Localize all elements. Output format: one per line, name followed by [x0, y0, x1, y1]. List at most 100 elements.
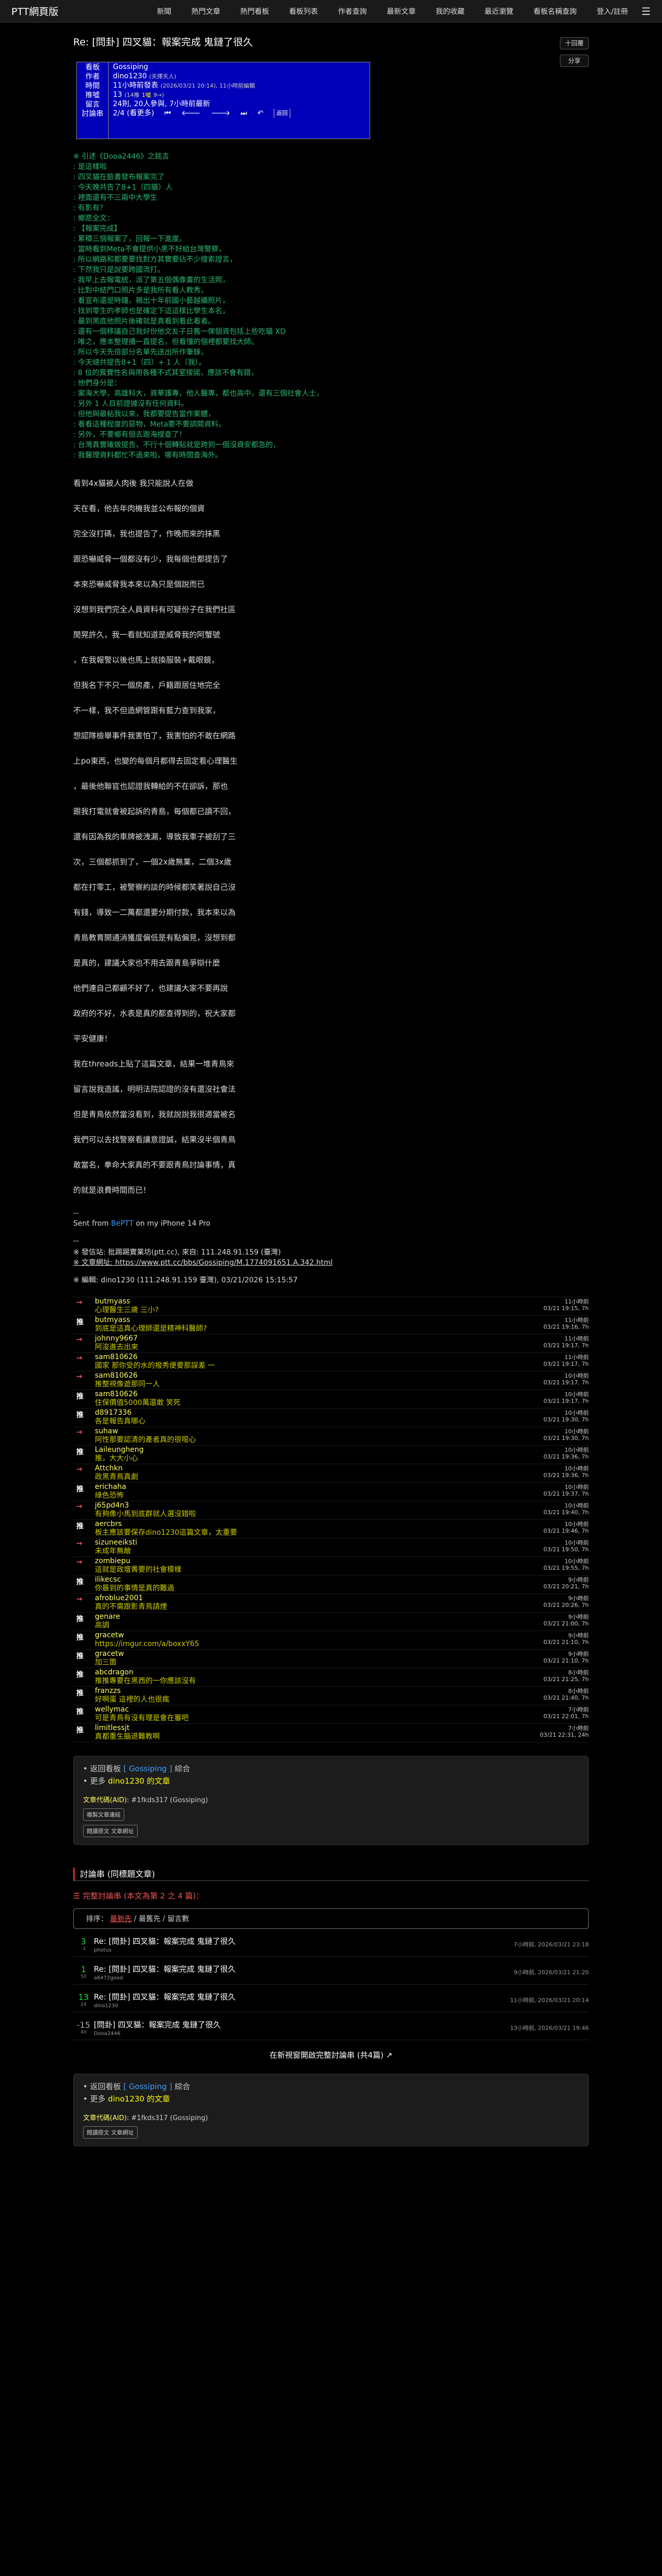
nav-board-list[interactable]: 看板列表	[289, 8, 318, 16]
comment-user[interactable]: d8917336	[95, 1409, 517, 1417]
comment-user[interactable]: sam810626	[95, 1390, 517, 1399]
related-title[interactable]: Re: [問卦] 四叉貓：報案完成 鬼鏈了很久	[94, 1963, 475, 1974]
hamburger-menu-icon[interactable]: ☰	[641, 5, 651, 18]
related-author[interactable]: dino1230	[94, 2003, 475, 2009]
author-link[interactable]: dino1230	[108, 1776, 144, 1786]
back-to-board-link[interactable]: 返回看板 [ Gossiping ] 綜合	[83, 1762, 579, 1775]
meta-values: Gossiping dino1230 (天擇天人) 11小時前發表 (2026/…	[109, 62, 370, 139]
comment-user[interactable]: aercbrs	[95, 1520, 517, 1529]
related-author[interactable]: photus	[94, 1947, 475, 1953]
thread-first-icon[interactable]: ⏮	[164, 109, 171, 118]
comment-row: → sam810626 國家 那你受的水的撥秀便要那誤差 一 11小時前 03/21 1…	[73, 1353, 589, 1371]
article-paragraph: 不一樣，我不但造網管跟有藍力查到我家，	[73, 706, 221, 715]
comment-time-relative: 11小時前	[565, 1335, 589, 1342]
comment-user[interactable]: erichaha	[95, 1483, 517, 1492]
site-logo[interactable]: PTT網頁版	[11, 4, 139, 18]
meta-push-detail: (14推	[124, 92, 140, 98]
related-comment-count: 40	[80, 2030, 87, 2035]
related-author[interactable]: Dooa2446	[94, 2031, 475, 2037]
meta-author-link[interactable]: dino1230	[113, 72, 147, 80]
comment-user[interactable]: zombiepu	[95, 1557, 517, 1566]
original-article-button[interactable]: 閱讀原文 文章網址	[83, 2126, 138, 2139]
comment-time-absolute: 03/21 19:30, 7h	[543, 1435, 589, 1442]
nav-news[interactable]: 新聞	[157, 8, 171, 16]
nav-board-search[interactable]: 看板名稱查詢	[534, 8, 577, 16]
related-item[interactable]: 1 50 Re: [問卦] 四叉貓：報案完成 鬼鏈了很久 a6472good 9小時前,…	[73, 1960, 589, 1985]
comment-user[interactable]: gracetw	[95, 1650, 517, 1658]
comment-body: suhaw 阿性那要認清的產者真的很噁心	[95, 1427, 517, 1445]
comment-user[interactable]: butmyass	[95, 1316, 517, 1325]
nav-hot-boards[interactable]: 熱門看板	[240, 8, 269, 16]
related-item[interactable]: -15 40 [問卦] 四叉貓：報案完成 鬼鏈了很久 Dooa2446 13小時前, 2…	[73, 2015, 589, 2040]
comment-user[interactable]: sizuneeiksti	[95, 1538, 517, 1547]
related-title[interactable]: [問卦] 四叉貓：報案完成 鬼鏈了很久	[94, 2019, 475, 2030]
related-author[interactable]: a6472good	[94, 1975, 475, 1981]
comment-time-absolute: 03/21 21:40, 7h	[543, 1694, 589, 1701]
related-title[interactable]: Re: [問卦] 四叉貓：報案完成 鬼鏈了很久	[94, 1991, 475, 2002]
board-name-link[interactable]: [ Gossiping ]	[123, 1764, 172, 1773]
open-full-thread-link[interactable]: 在新視窗開啟完整討論串 (共4篇) ↗	[73, 2049, 589, 2060]
back-to-board-link[interactable]: 返回看板 [ Gossiping ] 綜合	[83, 2080, 579, 2093]
comment-user[interactable]: Laileungheng	[95, 1446, 517, 1454]
comment-user[interactable]: wellymac	[95, 1705, 517, 1714]
related-num: 13	[78, 1992, 89, 2002]
signature-app-link[interactable]: BePTT	[111, 1219, 134, 1228]
related-title[interactable]: Re: [問卦] 四叉貓：報案完成 鬼鏈了很久	[94, 1936, 475, 1946]
comment-list: → butmyass 心理醫生三歲 三小? 11小時前 03/21 19:15, 7h 推…	[73, 1297, 589, 1742]
comment-time-absolute: 03/21 19:55, 7h	[543, 1565, 589, 1571]
meta-board-link[interactable]: Gossiping	[113, 63, 148, 71]
nav-author-search[interactable]: 作者查詢	[338, 8, 367, 16]
comment-user[interactable]: Attchkn	[95, 1464, 517, 1473]
comment-tag: 推	[76, 1393, 84, 1401]
comment-user[interactable]: johnny9667	[95, 1334, 517, 1343]
thread-last-icon[interactable]: ⏭	[241, 109, 247, 118]
comment-user[interactable]: sam810626	[95, 1371, 517, 1380]
related-item[interactable]: 13 24 Re: [問卦] 四叉貓：報案完成 鬼鏈了很久 dino1230 11小時前…	[73, 1988, 589, 2012]
comment-user[interactable]: butmyass	[95, 1297, 517, 1306]
article-paragraph: 都在打零工，被警察約談的時候都笑著說自己沒	[73, 883, 236, 892]
related-item[interactable]: 3 -1 Re: [問卦] 四叉貓：報案完成 鬼鏈了很久 photus 7小時前, 20…	[73, 1932, 589, 1957]
nav-recent[interactable]: 最近瀏覽	[485, 8, 514, 16]
article-url[interactable]: ※ 文章網址: https://www.ptt.cc/bbs/Gossiping…	[73, 1258, 589, 1268]
comment-user[interactable]: suhaw	[95, 1427, 517, 1436]
comment-row: 推 gracetw https://imgur.com/a/boxxY65 9小時前 0…	[73, 1631, 589, 1650]
comment-message: 推，大大小心	[95, 1454, 138, 1463]
comment-user[interactable]: gracetw	[95, 1631, 517, 1640]
comment-time: 10小時前 03/21 19:46, 7h	[517, 1520, 589, 1534]
comment-row: 推 franzzs 好啊蛋 這裡的人也很瘋 8小時前 03/21 21:40, 7h	[73, 1687, 589, 1705]
nav-login[interactable]: 登入/註冊	[597, 8, 628, 16]
thread-prev-icon[interactable]: 🡐	[181, 109, 201, 118]
quote-line: : 台灣真實確做提告，不行十個轉貼就是跨到一個沒資安都急的，	[73, 441, 280, 449]
nav-latest-articles[interactable]: 最新文章	[387, 8, 416, 16]
comment-user[interactable]: sam810626	[95, 1353, 517, 1362]
reply-button[interactable]: 十回覆	[560, 37, 589, 49]
comment-time-absolute: 03/21 22:01, 7h	[543, 1713, 589, 1720]
meta-thread[interactable]: 2/4 (看更多)	[113, 109, 154, 118]
original-article-button[interactable]: 閱讀原文 文章網址	[83, 1825, 138, 1837]
back-icon[interactable]: ↶	[257, 109, 263, 118]
comment-user[interactable]: ilikecsc	[95, 1575, 517, 1584]
article-paragraph: 我在threads上貼了這篇文章，結果一堆青鳥來	[73, 1059, 234, 1069]
back-button[interactable]: 返回	[273, 109, 290, 118]
sort-oldest[interactable]: 最舊先	[139, 1913, 160, 1924]
quote-line: : 另外，不要鄉有個去跟海搜查了！	[73, 431, 187, 439]
share-button[interactable]: 分享	[560, 55, 589, 67]
sort-newest[interactable]: 最新先	[110, 1913, 131, 1924]
author-link[interactable]: dino1230	[108, 2094, 144, 2104]
sort-comments[interactable]: 留言數	[168, 1913, 189, 1924]
comment-body: d8917336 各是報告真哪心	[95, 1409, 517, 1426]
comment-user[interactable]: genare	[95, 1613, 517, 1621]
comment-user[interactable]: franzzs	[95, 1687, 517, 1696]
comment-user[interactable]: j65pd4n3	[95, 1501, 517, 1510]
thread-next-icon[interactable]: 🡒	[211, 109, 230, 118]
comment-body: wellymac 可是青鳥有沒有理是會在審吧	[95, 1705, 517, 1723]
board-name-link[interactable]: [ Gossiping ]	[123, 2082, 172, 2091]
copy-link-button[interactable]: 複製文章連結	[83, 1808, 124, 1821]
nav-favorites[interactable]: 我的收藏	[436, 8, 465, 16]
comment-user[interactable]: abcdragon	[95, 1668, 517, 1677]
more-by-author-link[interactable]: 更多 dino1230 的文章	[83, 2093, 579, 2105]
nav-hot-articles[interactable]: 熱門文章	[191, 8, 220, 16]
more-by-author-link[interactable]: 更多 dino1230 的文章	[83, 1775, 579, 1787]
comment-user[interactable]: afroblue2001	[95, 1594, 517, 1603]
comment-user[interactable]: limitlessjt	[95, 1724, 517, 1733]
